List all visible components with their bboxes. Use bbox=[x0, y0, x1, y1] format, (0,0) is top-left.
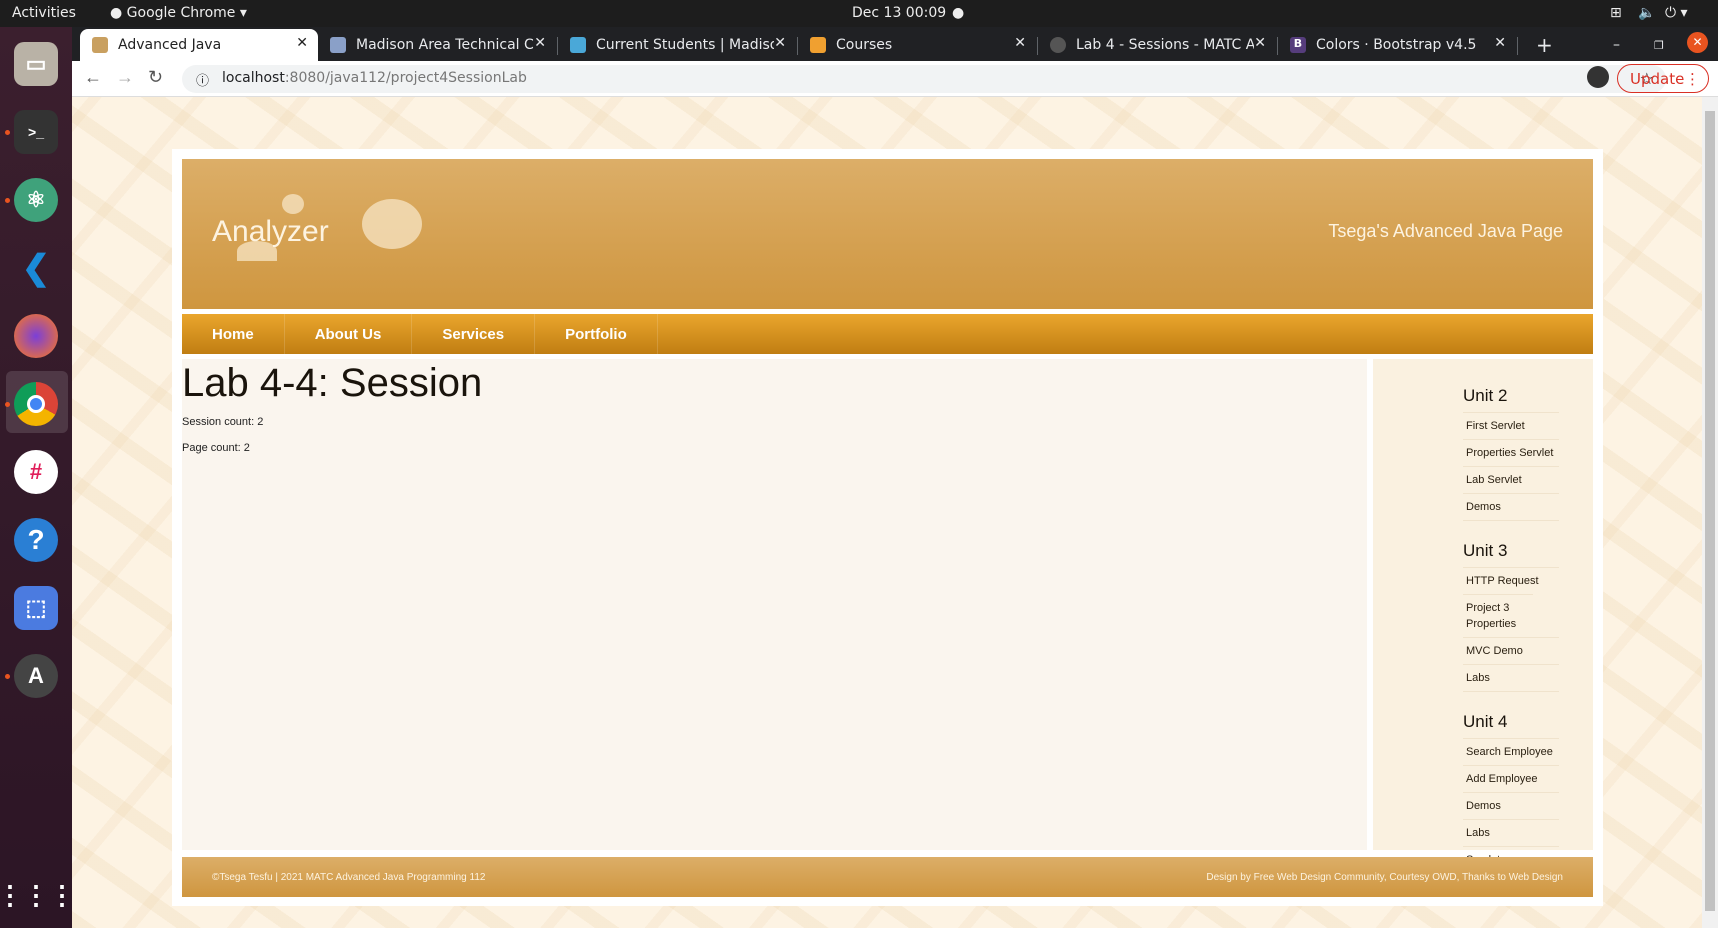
running-indicator bbox=[5, 198, 10, 203]
back-button[interactable]: ← bbox=[84, 67, 102, 88]
restore-button[interactable]: ❐ bbox=[1642, 29, 1664, 61]
power-icon[interactable]: ⏻ ▾ bbox=[1665, 5, 1688, 21]
firefox-icon[interactable] bbox=[14, 314, 58, 358]
sidebar-heading: Unit 3 bbox=[1463, 541, 1508, 560]
tab-lab4-sessions[interactable]: Lab 4 - Sessions - MATC Ad ✕ bbox=[1038, 29, 1276, 61]
footer-copyright: ©Tsega Tesfu | 2021 MATC Advanced Java P… bbox=[212, 872, 486, 883]
site-header: Analyzer Tsega's Advanced Java Page bbox=[182, 159, 1593, 309]
tab-favicon-icon bbox=[92, 37, 108, 53]
vscode-icon[interactable]: ❮ bbox=[14, 246, 58, 290]
volume-icon[interactable]: 🔈 bbox=[1638, 5, 1655, 21]
page-scrollbar[interactable] bbox=[1702, 97, 1718, 928]
site-container: Analyzer Tsega's Advanced Java Page Home… bbox=[172, 149, 1603, 906]
site-info-icon[interactable]: ⓘ bbox=[196, 70, 209, 89]
bootstrap-favicon-icon: B bbox=[1290, 37, 1306, 53]
page-count: Page count: 2 bbox=[182, 442, 250, 454]
sidebar-link-add-employee[interactable]: Add Employee bbox=[1463, 765, 1559, 792]
nav-services[interactable]: Services bbox=[412, 314, 536, 354]
site-logo[interactable]: Analyzer bbox=[212, 215, 329, 249]
minimize-button[interactable]: – bbox=[1601, 29, 1620, 61]
sidebar-link-demos[interactable]: Demos bbox=[1463, 493, 1559, 521]
reload-button[interactable]: ↻ bbox=[148, 67, 163, 88]
site-tagline: Tsega's Advanced Java Page bbox=[1328, 221, 1563, 241]
sidebar-link-demos[interactable]: Demos bbox=[1463, 792, 1559, 819]
screenshot-icon[interactable]: ⬚ bbox=[14, 586, 58, 630]
sidebar-heading: Unit 4 bbox=[1463, 712, 1508, 731]
update-button[interactable]: Update ⋮ bbox=[1617, 64, 1709, 93]
main-nav: Home About Us Services Portfolio bbox=[182, 314, 1593, 354]
sidebar-link-project3-properties[interactable]: Project 3 Properties bbox=[1463, 594, 1533, 637]
tab-favicon-icon bbox=[570, 37, 586, 53]
help-icon[interactable]: ? bbox=[14, 518, 58, 562]
splash-decoration bbox=[362, 199, 422, 249]
nav-home[interactable]: Home bbox=[182, 314, 285, 354]
session-count: Session count: 2 bbox=[182, 416, 264, 428]
app-grid-icon[interactable]: ⋮⋮⋮ bbox=[0, 873, 75, 917]
footer-credits: Design by Free Web Design Community, Cou… bbox=[1206, 872, 1563, 883]
tab-current-students[interactable]: Current Students | Madiso ✕ bbox=[558, 29, 796, 61]
forward-button[interactable]: → bbox=[116, 67, 134, 88]
tab-favicon-icon bbox=[810, 37, 826, 53]
sidebar-link-mvc-demo[interactable]: MVC Demo bbox=[1463, 637, 1559, 664]
sidebar-heading: Unit 2 bbox=[1463, 386, 1508, 405]
files-icon[interactable]: ▭ bbox=[14, 42, 58, 86]
dock: ▭ >_ ⚛ ❮ # ? ⬚ A ⋮⋮⋮ bbox=[0, 27, 75, 928]
close-tab-icon[interactable]: ✕ bbox=[1014, 35, 1026, 51]
splash-decoration bbox=[282, 194, 304, 214]
clock[interactable]: Dec 13 00:09 bbox=[852, 5, 946, 21]
tab-courses[interactable]: Courses ✕ bbox=[798, 29, 1036, 61]
menu-kebab-icon[interactable]: ⋮ bbox=[1685, 70, 1700, 88]
app-name: Google Chrome bbox=[126, 5, 236, 21]
tab-bar: Advanced Java ✕ Madison Area Technical C ✕… bbox=[72, 27, 1718, 61]
sidebar-link-labs[interactable]: Labs bbox=[1463, 664, 1559, 692]
site-footer: ©Tsega Tesfu | 2021 MATC Advanced Java P… bbox=[182, 857, 1593, 897]
sidebar-link-first-servlet[interactable]: First Servlet bbox=[1463, 412, 1559, 439]
tab-advanced-java[interactable]: Advanced Java ✕ bbox=[80, 29, 318, 61]
software-updater-icon[interactable]: A bbox=[14, 654, 58, 698]
nav-portfolio[interactable]: Portfolio bbox=[535, 314, 658, 354]
slack-icon[interactable]: # bbox=[14, 450, 58, 494]
running-indicator bbox=[5, 402, 10, 407]
close-window-button[interactable]: ✕ bbox=[1687, 32, 1708, 53]
network-icon[interactable]: ⊞ bbox=[1610, 5, 1622, 21]
close-tab-icon[interactable]: ✕ bbox=[534, 35, 546, 51]
address-bar[interactable]: ⓘ localhost:8080/java112/project4Session… bbox=[182, 65, 1666, 93]
toolbar: ← → ↻ ⓘ localhost:8080/java112/project4S… bbox=[72, 61, 1718, 97]
main-content: Lab 4-4: Session Session count: 2 Page c… bbox=[182, 359, 1367, 850]
nav-about-us[interactable]: About Us bbox=[285, 314, 413, 354]
close-tab-icon[interactable]: ✕ bbox=[774, 35, 786, 51]
sidebar-link-labs[interactable]: Labs bbox=[1463, 819, 1559, 846]
profile-avatar-icon[interactable] bbox=[1587, 66, 1609, 88]
sidebar: Unit 2 First Servlet Properties Servlet … bbox=[1373, 359, 1593, 874]
url-host: localhost bbox=[222, 70, 285, 86]
sidebar-link-lab-servlet[interactable]: Lab Servlet bbox=[1463, 466, 1559, 493]
page-title: Lab 4-4: Session bbox=[182, 361, 483, 405]
close-tab-icon[interactable]: ✕ bbox=[1254, 35, 1266, 51]
atom-icon[interactable]: ⚛ bbox=[14, 178, 58, 222]
running-indicator bbox=[5, 130, 10, 135]
tab-favicon-icon bbox=[330, 37, 346, 53]
tab-madison[interactable]: Madison Area Technical C ✕ bbox=[318, 29, 556, 61]
app-menu[interactable]: ● Google Chrome ▾ bbox=[110, 5, 247, 21]
chrome-icon[interactable] bbox=[14, 382, 58, 426]
close-tab-icon[interactable]: ✕ bbox=[1494, 35, 1506, 51]
new-tab-button[interactable]: + bbox=[1524, 29, 1553, 61]
system-top-bar: Activities ● Google Chrome ▾ Dec 13 00:0… bbox=[0, 0, 1718, 27]
notification-dot: ● bbox=[952, 5, 965, 21]
tab-favicon-icon bbox=[1050, 37, 1066, 53]
close-tab-icon[interactable]: ✕ bbox=[296, 35, 308, 51]
activities-button[interactable]: Activities bbox=[12, 5, 76, 21]
sidebar-link-http-request[interactable]: HTTP Request bbox=[1463, 567, 1559, 594]
terminal-icon[interactable]: >_ bbox=[14, 110, 58, 154]
sidebar-link-properties-servlet[interactable]: Properties Servlet bbox=[1463, 439, 1559, 466]
scrollbar-thumb[interactable] bbox=[1705, 111, 1715, 911]
web-page: Analyzer Tsega's Advanced Java Page Home… bbox=[72, 97, 1702, 928]
url-path: :8080/java112/project4SessionLab bbox=[284, 70, 527, 86]
tab-bootstrap-colors[interactable]: B Colors · Bootstrap v4.5 ✕ bbox=[1278, 29, 1516, 61]
running-indicator bbox=[5, 674, 10, 679]
sidebar-link-search-employee[interactable]: Search Employee bbox=[1463, 738, 1559, 765]
